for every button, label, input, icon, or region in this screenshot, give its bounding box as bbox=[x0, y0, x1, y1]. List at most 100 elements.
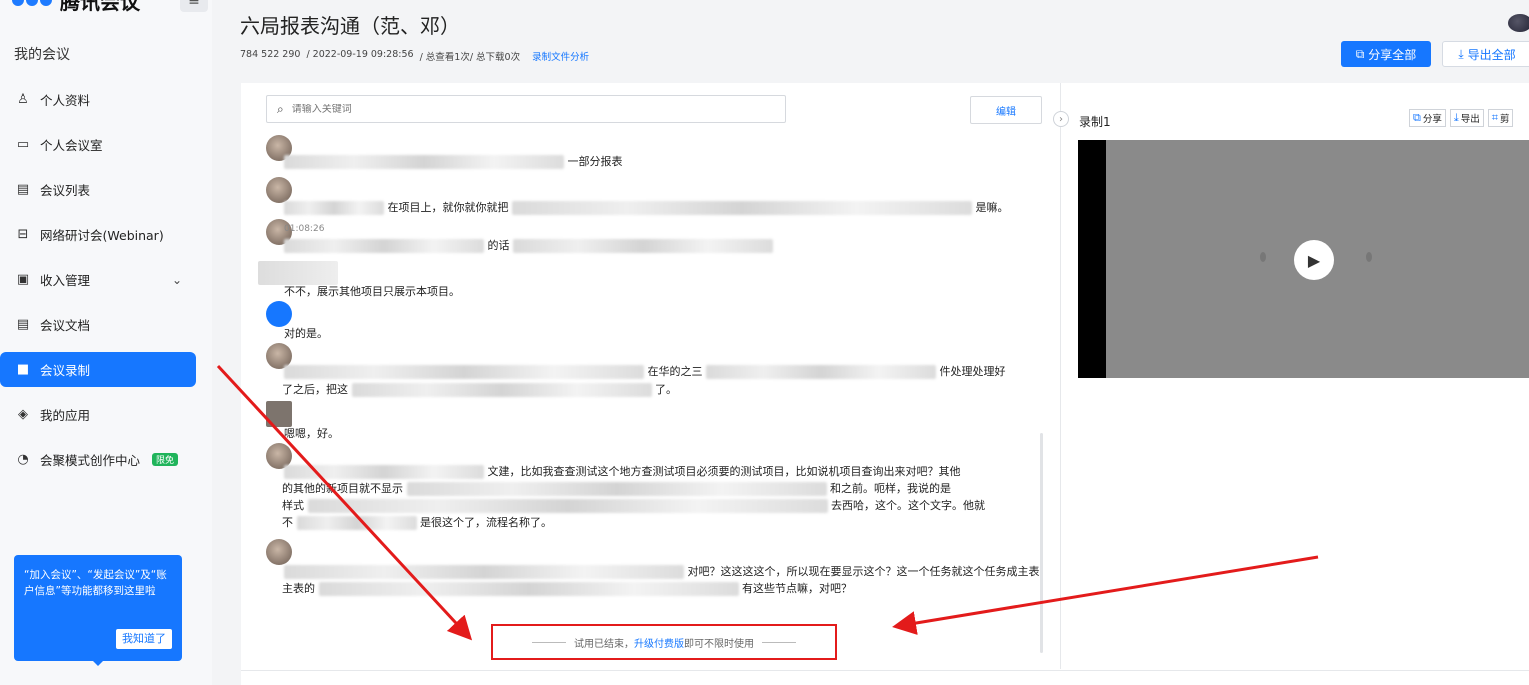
feature-moved-tip: “加入会议”、“发起会议”及“账户信息”等功能都移到这里啦 我知道了 bbox=[14, 555, 182, 661]
collapse-menu-icon[interactable]: ≡ bbox=[180, 0, 208, 12]
message-text: 的话 bbox=[284, 237, 1044, 254]
message-content: 是很这个了，流程名称了。 bbox=[420, 516, 552, 529]
sidebar-item-creation-center[interactable]: ◔ 会聚模式创作中心 限免 bbox=[0, 442, 196, 477]
message-text: 在华的之三 件处理处理好 bbox=[284, 363, 1044, 380]
sidebar-item-documents[interactable]: ▤ 会议文档 bbox=[0, 307, 196, 342]
tip-arrow-icon bbox=[92, 660, 104, 666]
message-content: 了。 bbox=[655, 383, 677, 396]
free-badge: 限免 bbox=[152, 453, 179, 466]
camera-icon: ■ bbox=[16, 362, 30, 377]
message-content: 对吧？这这这这个，所以现在要显示这个？这一个任务就这个任务成主表 bbox=[687, 565, 1040, 578]
recording-meta: 784 522 290 / 2022-09-19 09:28:56 / 总查看1… bbox=[240, 49, 589, 63]
crop-label: 剪 bbox=[1499, 114, 1510, 125]
redacted-text bbox=[284, 365, 644, 379]
analysis-link[interactable]: 录制文件分析 bbox=[532, 49, 589, 63]
sidebar-item-label: 我的应用 bbox=[40, 408, 91, 423]
chevron-down-icon[interactable]: ⌄ bbox=[172, 273, 182, 287]
divider-line bbox=[532, 641, 566, 643]
sidebar-item-label: 个人资料 bbox=[40, 93, 91, 108]
sidebar-item-meeting-list[interactable]: ▤ 会议列表 bbox=[0, 172, 196, 207]
user-icon: ♙ bbox=[17, 92, 29, 107]
sidebar-item-profile[interactable]: ♙ 个人资料 bbox=[0, 82, 196, 117]
download-icon: ⤓ bbox=[1453, 111, 1459, 124]
transcript-scrollbar[interactable] bbox=[1040, 433, 1043, 653]
sidebar-item-my-apps[interactable]: ◈ 我的应用 bbox=[0, 397, 196, 432]
message-content: 不 bbox=[282, 516, 293, 529]
sidebar-item-personal-room[interactable]: ▭ 个人会议室 bbox=[0, 127, 196, 162]
message-content: 的其他的新项目就不显示 bbox=[282, 482, 403, 495]
message-content: 有这些节点嘛，对吧？ bbox=[742, 582, 852, 595]
brand-name: 腾讯会议 bbox=[60, 0, 140, 14]
message-text: 对吧？这这这这个，所以现在要显示这个？这一个任务就这个任务成主表 bbox=[284, 563, 1044, 580]
sidebar: 腾讯会议 ≡ 我的会议 ♙ 个人资料 ▭ 个人会议室 ▤ 会议列表 ⊟ 网络研讨… bbox=[0, 0, 212, 685]
avatar[interactable] bbox=[1508, 14, 1529, 32]
avatar bbox=[266, 401, 292, 427]
video-placeholder-icon bbox=[1366, 252, 1372, 262]
list-icon: ▤ bbox=[16, 182, 30, 197]
avatar bbox=[266, 539, 292, 565]
tip-text: “加入会议”、“发起会议”及“账户信息”等功能都移到这里啦 bbox=[24, 569, 167, 597]
recording-date: / 2022-09-19 09:28:56 bbox=[306, 49, 414, 60]
recording-export-button[interactable]: ⤓ 导出 bbox=[1449, 109, 1484, 127]
view-stats: / 总查看1次/ 总下载0次 bbox=[419, 52, 521, 63]
export-all-button[interactable]: ⤓ 导出全部 bbox=[1442, 41, 1529, 67]
trial-ended-notice: 试用已结束，升级付费版即可不限时使用 bbox=[491, 624, 837, 660]
message-content: 去西哈，这个。这个文字。他就 bbox=[831, 499, 985, 512]
recording-actions: ⧉ 分享 ⤓ 导出 ⌗ 剪 bbox=[1409, 109, 1514, 127]
trial-prefix: 试用已结束， bbox=[574, 638, 634, 650]
brand[interactable]: 腾讯会议 bbox=[12, 0, 140, 14]
share-all-button[interactable]: ⧉ 分享全部 bbox=[1341, 41, 1431, 67]
redacted-text bbox=[284, 201, 384, 215]
chevron-right-icon[interactable]: › bbox=[1053, 111, 1069, 127]
recording-crop-button[interactable]: ⌗ 剪 bbox=[1487, 109, 1514, 127]
recording-title: 录制1 bbox=[1079, 115, 1111, 129]
video-player[interactable]: ▶ bbox=[1078, 140, 1529, 378]
trial-suffix: 即可不限时使用 bbox=[684, 638, 754, 650]
redacted-text bbox=[512, 201, 972, 215]
message-text: 主表的 有这些节点嘛，对吧？ bbox=[282, 580, 1042, 597]
search-input[interactable] bbox=[291, 103, 785, 115]
app-root: 腾讯会议 ≡ 我的会议 ♙ 个人资料 ▭ 个人会议室 ▤ 会议列表 ⊟ 网络研讨… bbox=[0, 0, 1529, 685]
bottom-strip bbox=[241, 670, 1529, 685]
message-content: 了之后，把这 bbox=[282, 383, 348, 396]
message-text: 的其他的新项目就不显示 和之前。呃样，我说的是 bbox=[282, 480, 1042, 497]
redacted-text bbox=[284, 565, 684, 579]
sidebar-item-income[interactable]: ▣ 收入管理 ⌄ bbox=[0, 262, 196, 297]
edit-button[interactable]: 编辑 bbox=[970, 96, 1042, 124]
redacted-text bbox=[284, 155, 564, 169]
redacted-text bbox=[351, 383, 652, 397]
sidebar-item-webinar[interactable]: ⊟ 网络研讨会(Webinar) bbox=[0, 217, 196, 252]
webinar-icon: ⊟ bbox=[17, 227, 29, 242]
tip-dismiss-button[interactable]: 我知道了 bbox=[116, 629, 172, 649]
trial-notice-text: 试用已结束，升级付费版即可不限时使用 bbox=[574, 635, 754, 650]
redacted-text bbox=[706, 365, 936, 379]
avatar bbox=[266, 301, 292, 327]
export-label: 导出 bbox=[1460, 114, 1480, 125]
share-icon: ⧉ bbox=[1355, 46, 1365, 61]
sidebar-item-label: 个人会议室 bbox=[40, 138, 103, 153]
sidebar-item-recordings[interactable]: ■ 会议录制 bbox=[0, 352, 196, 387]
message-text: 不 是很这个了，流程名称了。 bbox=[282, 514, 1042, 531]
redacted-text bbox=[284, 465, 484, 479]
sidebar-item-label: 网络研讨会(Webinar) bbox=[40, 228, 164, 243]
share-label: 分享 bbox=[1422, 114, 1442, 125]
share-icon: ⧉ bbox=[1413, 111, 1421, 124]
video-placeholder-icon bbox=[1260, 252, 1266, 262]
message-content: 样式 bbox=[282, 499, 304, 512]
search-box[interactable]: ⌕ bbox=[266, 95, 786, 123]
redacted-text bbox=[284, 239, 484, 253]
message-text: 在项目上，就你就你就把 是嘛。 bbox=[284, 199, 1044, 216]
message-text: 不不，展示其他项目只展示本项目。 bbox=[284, 285, 460, 298]
avatar bbox=[258, 261, 338, 285]
divider-line bbox=[762, 641, 796, 643]
message-content: 文建，比如我查查测试这个地方查测试项目必须要的测试项目，比如说机项目查询出来对吧… bbox=[487, 465, 961, 478]
message-content: 和之前。呃样，我说的是 bbox=[830, 482, 951, 495]
message-text: 了之后，把这 了。 bbox=[282, 381, 1042, 398]
sidebar-item-label: 会议列表 bbox=[40, 183, 91, 198]
message-text: 对的是。 bbox=[284, 327, 328, 340]
play-icon[interactable]: ▶ bbox=[1294, 240, 1334, 280]
upgrade-link[interactable]: 升级付费版 bbox=[634, 639, 684, 650]
recording-share-button[interactable]: ⧉ 分享 bbox=[1409, 109, 1446, 127]
message-content: 在项目上，就你就你就把 bbox=[387, 201, 509, 214]
sidebar-item-label: 会议文档 bbox=[40, 318, 91, 333]
